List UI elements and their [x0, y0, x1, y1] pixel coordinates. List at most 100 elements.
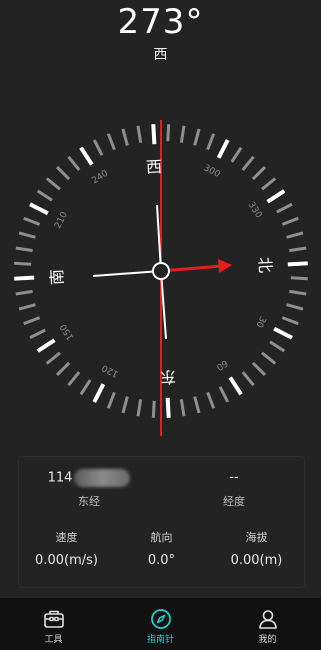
- minor-tick: [55, 361, 71, 377]
- speed-stat: 速度 0.00(m/s): [19, 529, 114, 568]
- compass-icon: [150, 609, 171, 629]
- coordinates-row: 114 东经 -- 经度: [19, 469, 304, 519]
- minor-tick: [36, 189, 53, 202]
- speed-value: 0.00(m/s): [35, 553, 98, 568]
- major-tick: [79, 146, 94, 166]
- minor-tick: [15, 289, 33, 296]
- speed-label: 速度: [55, 531, 78, 544]
- latitude-block: -- 经度: [164, 469, 304, 509]
- degree-label: 300: [202, 163, 222, 180]
- user-icon: [258, 610, 277, 629]
- toolbox-icon: [43, 610, 64, 628]
- stats-row: 速度 0.00(m/s) 航向 0.0° 海拔 0.00(m): [19, 529, 304, 568]
- minor-tick: [79, 379, 92, 396]
- nav-label-mine: 我的: [258, 635, 277, 645]
- nav-item-mine[interactable]: 我的: [214, 598, 321, 650]
- major-tick: [266, 189, 286, 204]
- degree-label: 120: [100, 362, 120, 379]
- minor-tick: [45, 351, 61, 365]
- minor-tick: [289, 289, 307, 296]
- minor-tick: [18, 303, 36, 311]
- degree-label: 150: [59, 322, 77, 342]
- bottom-nav-bar: 工具 指南针 我的: [0, 598, 321, 650]
- major-tick: [228, 376, 243, 396]
- latitude-label: 经度: [223, 495, 245, 508]
- minor-tick: [269, 340, 286, 353]
- major-tick: [92, 383, 106, 403]
- cardinal-south: 南: [47, 269, 67, 286]
- minor-tick: [106, 133, 116, 151]
- minor-tick: [290, 276, 308, 281]
- altitude-label: 海拔: [245, 531, 268, 544]
- minor-tick: [14, 261, 32, 266]
- minor-tick: [193, 128, 201, 146]
- degree-label: 60: [214, 357, 229, 372]
- latitude-value: --: [229, 470, 239, 485]
- minor-tick: [218, 386, 230, 403]
- minor-tick: [136, 399, 143, 417]
- nav-item-compass[interactable]: 指南针: [107, 598, 214, 650]
- minor-tick: [241, 371, 255, 387]
- degree-label: 240: [90, 169, 110, 187]
- minor-tick: [166, 124, 171, 142]
- minor-tick: [281, 216, 299, 226]
- minor-tick: [193, 396, 201, 414]
- course-value: 0.0°: [147, 553, 176, 568]
- degree-label: 330: [246, 200, 264, 220]
- minor-tick: [29, 328, 46, 340]
- minor-tick: [136, 125, 143, 143]
- needle-north: [160, 264, 223, 273]
- altitude-value: 0.00(m): [230, 553, 283, 568]
- major-tick: [14, 275, 35, 281]
- minor-tick: [179, 399, 186, 417]
- major-tick: [216, 139, 230, 159]
- minor-tick: [206, 133, 216, 151]
- minor-tick: [23, 316, 41, 326]
- minor-tick: [289, 246, 307, 253]
- longitude-block: 114 东经: [19, 469, 159, 509]
- minor-tick: [121, 128, 129, 146]
- nav-label-compass: 指南针: [146, 635, 174, 645]
- major-tick: [29, 202, 49, 216]
- minor-tick: [92, 139, 104, 156]
- compass-dial: 30 60 120 150 210 240 300 330 西 北 东 南: [14, 120, 308, 436]
- minor-tick: [251, 165, 267, 181]
- minor-tick: [230, 146, 243, 163]
- heading-direction: 西: [153, 47, 168, 63]
- north-arrow-head: [218, 259, 232, 273]
- minor-tick: [67, 155, 81, 171]
- major-tick: [165, 397, 171, 418]
- minor-tick: [67, 371, 81, 387]
- compass-center-hub: [152, 262, 170, 280]
- heading-display: 273° 西: [0, 0, 321, 64]
- minor-tick: [55, 165, 71, 181]
- minor-tick: [286, 303, 304, 311]
- minor-tick: [106, 391, 116, 409]
- major-tick: [151, 124, 157, 145]
- minor-tick: [179, 125, 186, 143]
- minor-tick: [261, 351, 277, 365]
- degree-label: 30: [253, 314, 267, 329]
- redacted-coordinate: [74, 469, 131, 487]
- altitude-stat: 海拔 0.00(m): [209, 529, 304, 568]
- major-tick: [36, 338, 56, 353]
- nav-item-tools[interactable]: 工具: [0, 598, 107, 650]
- cardinal-north: 北: [255, 256, 275, 273]
- minor-tick: [281, 316, 299, 326]
- heading-degrees: 273°: [117, 2, 204, 42]
- minor-tick: [261, 177, 277, 191]
- nav-label-tools: 工具: [44, 635, 63, 645]
- minor-tick: [276, 202, 293, 214]
- longitude-value: 114: [47, 470, 73, 486]
- cardinal-east: 东: [160, 367, 177, 387]
- minor-tick: [286, 231, 304, 239]
- longitude-label: 东经: [78, 495, 100, 508]
- major-tick: [273, 326, 293, 340]
- minor-tick: [18, 231, 36, 239]
- course-label: 航向: [150, 531, 173, 544]
- minor-tick: [251, 361, 267, 377]
- minor-tick: [121, 396, 129, 414]
- major-tick: [287, 261, 308, 267]
- minor-tick: [206, 391, 216, 409]
- location-info-panel: 114 东经 -- 经度 速度 0.00(m/s) 航向 0.0° 海拔 0.0…: [18, 456, 305, 588]
